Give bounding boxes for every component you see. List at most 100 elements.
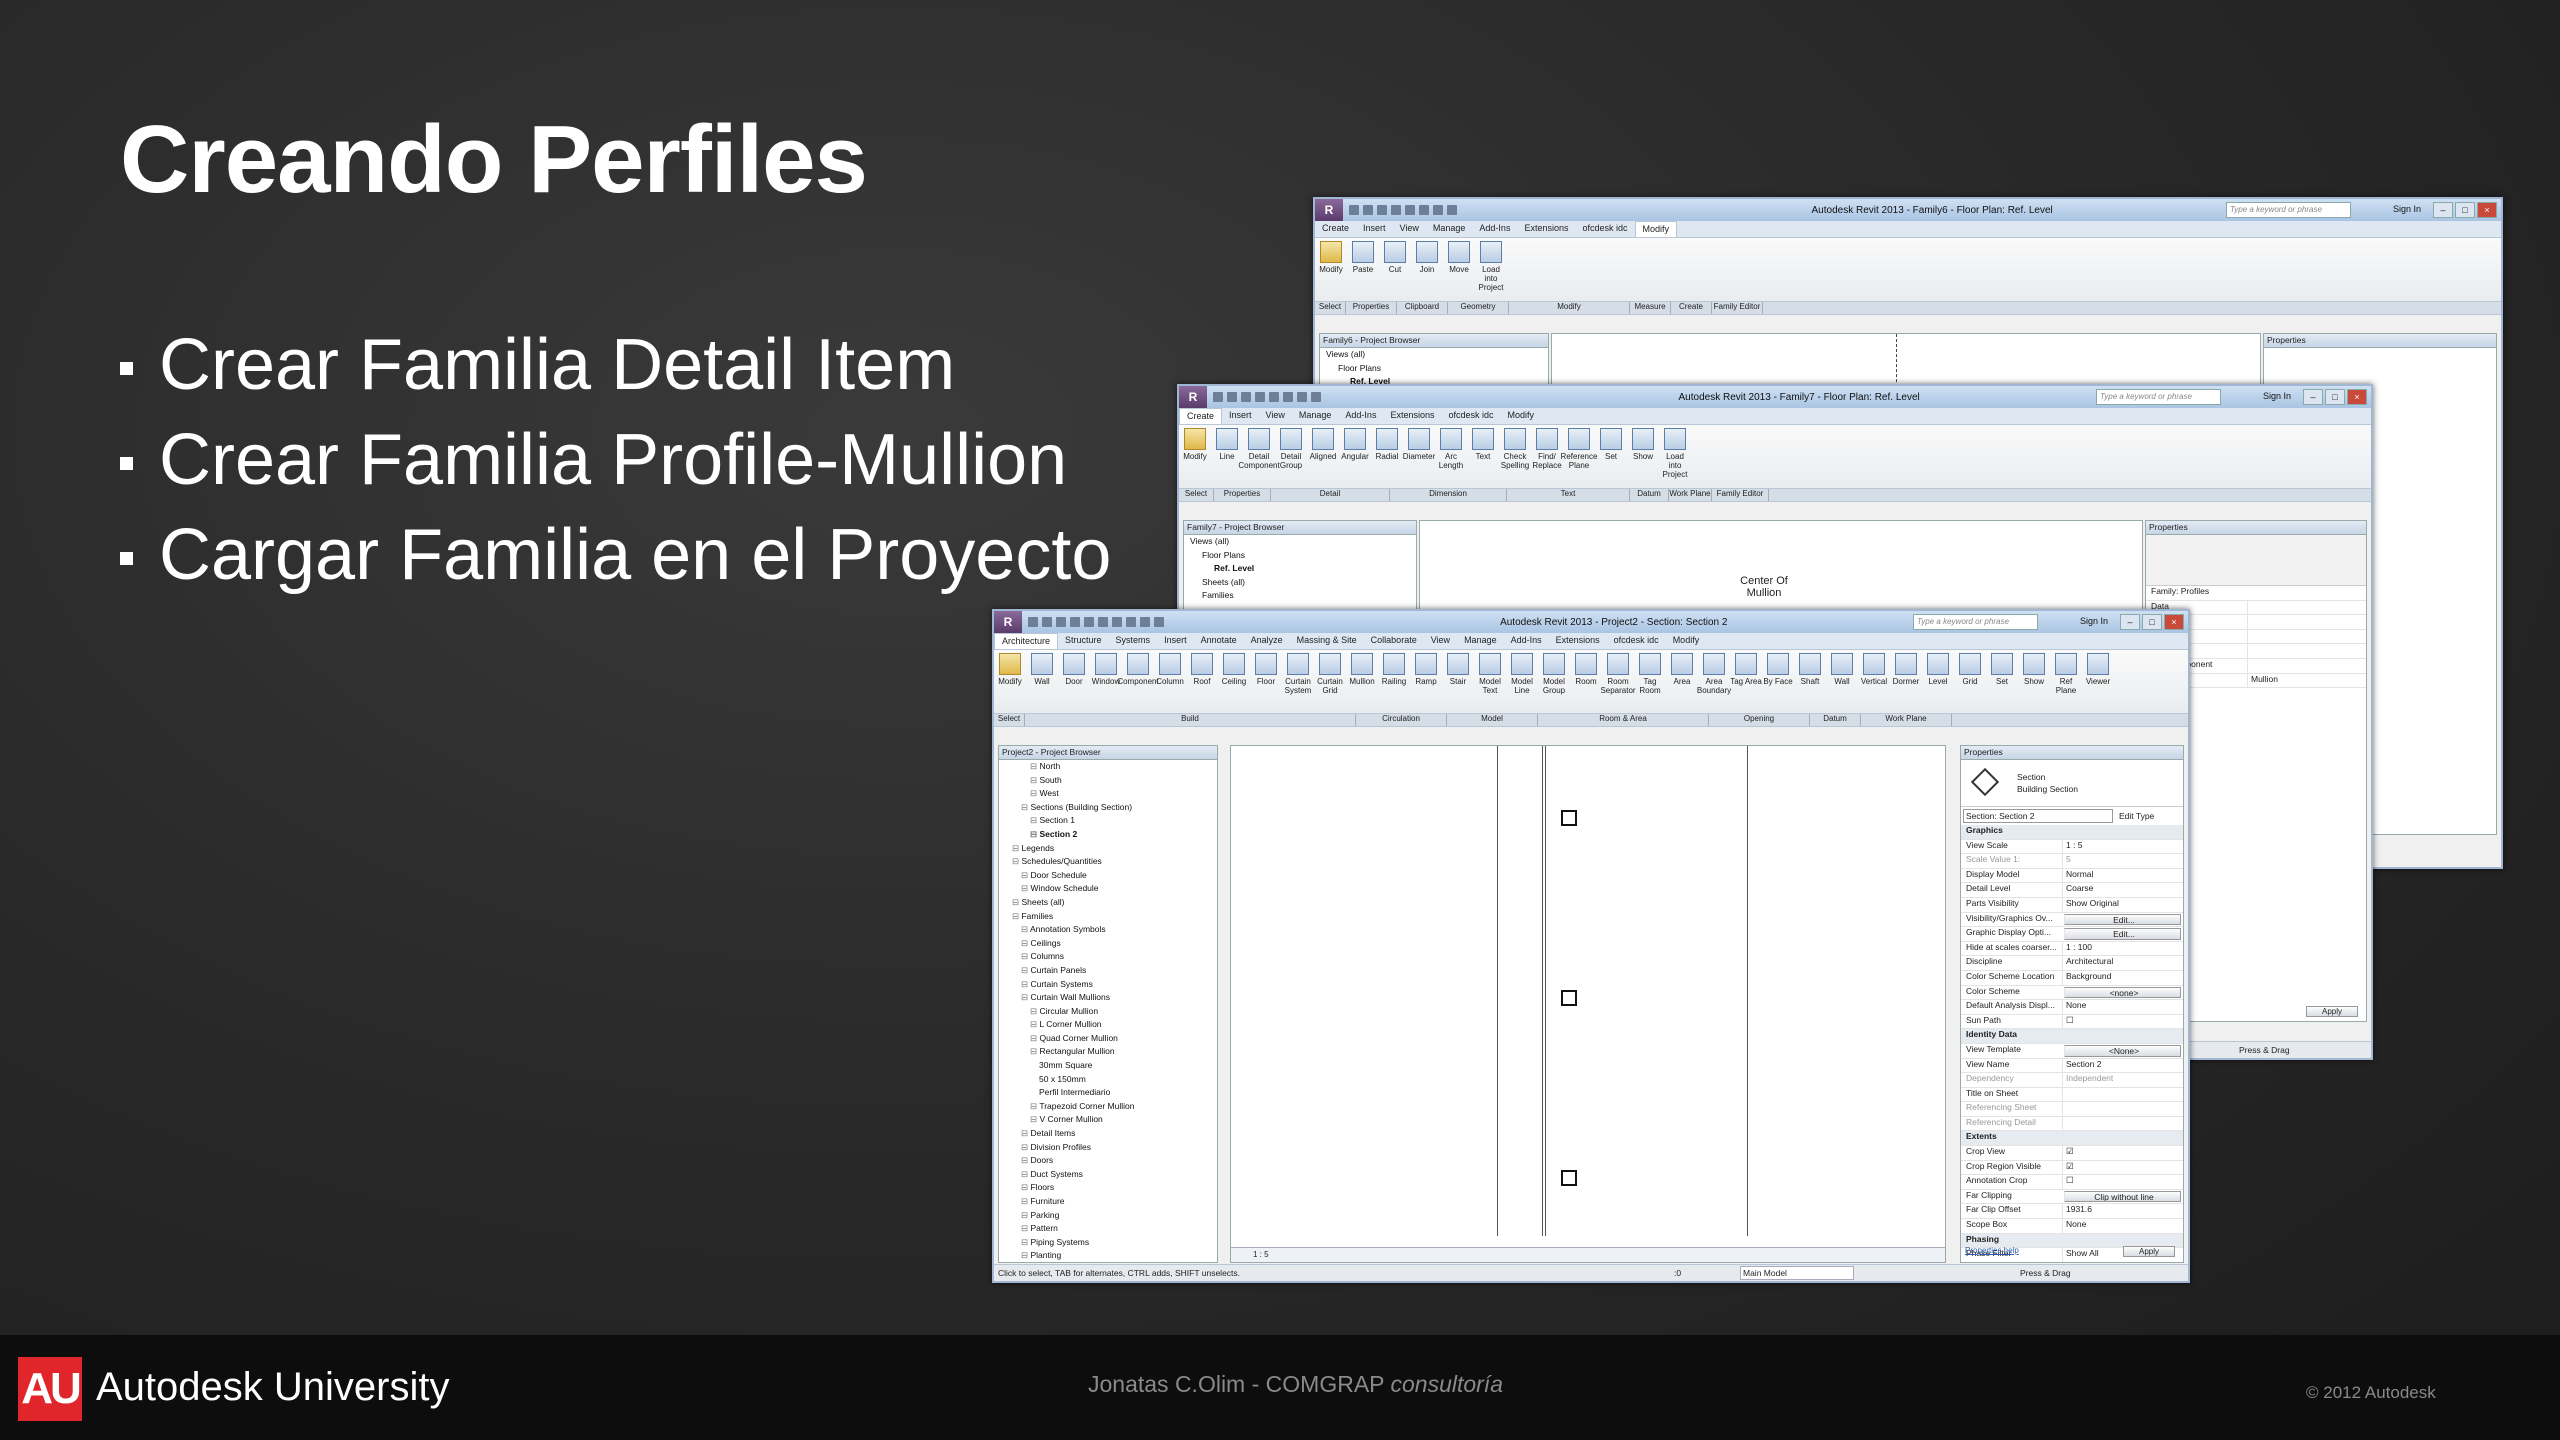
property-value[interactable]: ☐ bbox=[2062, 1175, 2183, 1189]
property-value[interactable]: Show Original bbox=[2062, 897, 2183, 912]
browser-item[interactable]: ⊟ Curtain Wall Mullions bbox=[999, 991, 1217, 1005]
minimize-icon[interactable]: – bbox=[2120, 614, 2140, 630]
property-value[interactable]: None bbox=[2062, 1000, 2183, 1014]
ribbon-tabs[interactable]: Create Insert View Manage Add-Ins Extensions o… bbox=[1179, 408, 2371, 425]
quick-access-toolbar[interactable] bbox=[1028, 617, 1164, 627]
active-model[interactable]: Main Model bbox=[1740, 1266, 1854, 1280]
browser-item[interactable]: ⊟ Columns bbox=[999, 950, 1217, 964]
browser-item[interactable]: ⊟ Door Schedule bbox=[999, 869, 1217, 883]
ribbon[interactable]: Modify Line Detail Component Detail Group Al… bbox=[1179, 425, 2371, 502]
browser-item[interactable]: ⊟ Duct Systems bbox=[999, 1168, 1217, 1182]
property-row[interactable]: Color Scheme Location Background bbox=[1961, 970, 2183, 986]
instance-selector[interactable]: Section: Section 2 bbox=[1963, 809, 2113, 823]
property-value[interactable]: Coarse bbox=[2062, 883, 2183, 897]
property-row[interactable]: Discipline Architectural bbox=[1961, 956, 2183, 971]
property-row[interactable]: Far Clip Offset 1931.6 bbox=[1961, 1204, 2183, 1220]
property-value[interactable]: <none> bbox=[2064, 986, 2181, 999]
browser-item[interactable]: ⊟ Floors bbox=[999, 1181, 1217, 1195]
browser-item[interactable]: ⊟ Schedules/Quantities bbox=[999, 855, 1217, 869]
property-row[interactable]: Far Clipping Clip without line bbox=[1961, 1190, 2183, 1205]
browser-item[interactable]: Sheets (all) bbox=[1184, 576, 1416, 590]
tab-view[interactable]: View bbox=[1424, 633, 1457, 649]
property-value[interactable]: Edit... bbox=[2064, 913, 2181, 926]
drawing-area[interactable]: 1 : 5 bbox=[1230, 745, 1946, 1263]
browser-item[interactable]: ⊟ Legends bbox=[999, 842, 1217, 856]
property-value[interactable]: None bbox=[2062, 1219, 2183, 1233]
browser-item[interactable]: ⊟ Piping Systems bbox=[999, 1236, 1217, 1250]
maximize-icon[interactable]: □ bbox=[2455, 202, 2475, 218]
window-controls[interactable]: – □ × bbox=[2120, 614, 2184, 630]
browser-item[interactable]: ⊟ Division Profiles bbox=[999, 1141, 1217, 1155]
property-row[interactable]: Crop View ☑ bbox=[1961, 1146, 2183, 1161]
property-row[interactable]: Title on Sheet bbox=[1961, 1087, 2183, 1103]
project-browser[interactable]: Project2 - Project Browser ⊟ North ⊟ Sout… bbox=[998, 745, 1218, 1263]
tab-massing-site[interactable]: Massing & Site bbox=[1290, 633, 1364, 649]
browser-item[interactable]: ⊟ South bbox=[999, 774, 1217, 788]
tab-annotate[interactable]: Annotate bbox=[1194, 633, 1244, 649]
press-drag-label[interactable]: Press & Drag bbox=[2239, 1042, 2290, 1058]
property-row[interactable]: Referencing Sheet bbox=[1961, 1102, 2183, 1117]
view-control-bar[interactable]: 1 : 5 bbox=[1231, 1247, 1945, 1262]
close-icon[interactable]: × bbox=[2164, 614, 2184, 630]
tab-insert[interactable]: Insert bbox=[1157, 633, 1194, 649]
browser-item[interactable]: Perfil Intermediario bbox=[999, 1086, 1217, 1100]
property-row[interactable]: Annotation Crop ☐ bbox=[1961, 1175, 2183, 1190]
close-icon[interactable]: × bbox=[2477, 202, 2497, 218]
browser-item[interactable]: ⊟ L Corner Mullion bbox=[999, 1018, 1217, 1032]
property-row[interactable]: Display Model Normal bbox=[1961, 868, 2183, 884]
tab-view[interactable]: View bbox=[1393, 221, 1426, 237]
window-controls[interactable]: – □ × bbox=[2433, 202, 2497, 218]
minimize-icon[interactable]: – bbox=[2433, 202, 2453, 218]
sign-in-link[interactable]: Sign In bbox=[2263, 391, 2291, 401]
tab-insert[interactable]: Insert bbox=[1356, 221, 1393, 237]
tab-extensions[interactable]: Extensions bbox=[1383, 408, 1441, 424]
property-value[interactable]: 5 bbox=[2062, 854, 2183, 868]
browser-item[interactable]: ⊟ Section 1 bbox=[999, 814, 1217, 828]
property-value[interactable]: ☑ bbox=[2062, 1160, 2183, 1175]
tab-view[interactable]: View bbox=[1259, 408, 1292, 424]
property-value[interactable] bbox=[2247, 644, 2366, 658]
property-value[interactable]: Section 2 bbox=[2062, 1058, 2183, 1073]
sign-in-link[interactable]: Sign In bbox=[2393, 204, 2421, 214]
tab-extensions[interactable]: Extensions bbox=[1517, 221, 1575, 237]
browser-item[interactable]: Views (all) bbox=[1320, 348, 1548, 362]
tab-ofcdesk-idc[interactable]: ofcdesk idc bbox=[1441, 408, 1500, 424]
browser-item[interactable]: ⊟ Families bbox=[999, 910, 1217, 924]
tab-analyze[interactable]: Analyze bbox=[1244, 633, 1290, 649]
revit-app-icon[interactable]: R bbox=[1179, 386, 1207, 408]
property-value[interactable]: 1 : 5 bbox=[2062, 839, 2183, 854]
property-value[interactable]: Background bbox=[2062, 970, 2183, 985]
tab-manage[interactable]: Manage bbox=[1457, 633, 1504, 649]
property-value[interactable] bbox=[2247, 658, 2366, 673]
properties-palette[interactable]: Properties Section Building Section Sect… bbox=[1960, 745, 2184, 1263]
tab-insert[interactable]: Insert bbox=[1222, 408, 1259, 424]
mullion-marker[interactable] bbox=[1561, 810, 1577, 826]
property-row[interactable]: Dependency Independent bbox=[1961, 1073, 2183, 1088]
browser-item[interactable]: ⊟ Section 2 bbox=[999, 828, 1217, 842]
property-value[interactable]: Architectural bbox=[2062, 956, 2183, 970]
property-value[interactable] bbox=[2247, 600, 2366, 615]
press-drag-label[interactable]: Press & Drag bbox=[2020, 1265, 2071, 1281]
ribbon[interactable]: Modify Paste Cut Join Move Load into Project S… bbox=[1315, 238, 2501, 315]
tab-architecture[interactable]: Architecture bbox=[994, 633, 1059, 649]
browser-item[interactable]: ⊟ Sheets (all) bbox=[999, 896, 1217, 910]
property-row[interactable]: Default Analysis Displ... None bbox=[1961, 1000, 2183, 1015]
tab-add-ins[interactable]: Add-Ins bbox=[1472, 221, 1517, 237]
browser-item[interactable]: ⊟ Rectangular Mullion bbox=[999, 1045, 1217, 1059]
quick-access-toolbar[interactable] bbox=[1349, 205, 1457, 215]
property-row[interactable]: View Scale 1 : 5 bbox=[1961, 839, 2183, 855]
tab-modify[interactable]: Modify bbox=[1501, 408, 1542, 424]
maximize-icon[interactable]: □ bbox=[2142, 614, 2162, 630]
browser-item[interactable]: Floor Plans bbox=[1184, 549, 1416, 563]
browser-item[interactable]: ⊟ North bbox=[999, 760, 1217, 774]
property-row[interactable]: Sun Path ☐ bbox=[1961, 1014, 2183, 1030]
browser-item[interactable]: Views (all) bbox=[1184, 535, 1416, 549]
browser-item[interactable]: ⊟ Annotation Symbols bbox=[999, 923, 1217, 937]
tab-create[interactable]: Create bbox=[1179, 408, 1223, 424]
browser-item[interactable]: 50 x 150mm bbox=[999, 1073, 1217, 1087]
property-value[interactable] bbox=[2062, 1087, 2183, 1102]
browser-item[interactable]: ⊟ Planting bbox=[999, 1249, 1217, 1262]
property-value[interactable] bbox=[2247, 629, 2366, 644]
property-row[interactable]: Crop Region Visible ☑ bbox=[1961, 1160, 2183, 1176]
view-scale[interactable]: 1 : 5 bbox=[1253, 1250, 1269, 1259]
